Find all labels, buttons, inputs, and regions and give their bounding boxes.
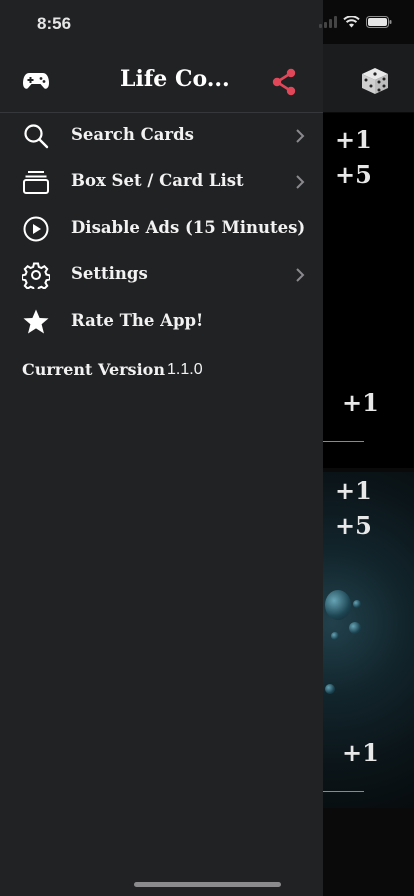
chevron-right-icon xyxy=(296,129,305,143)
gamepad-icon[interactable] xyxy=(22,70,50,92)
status-bar: 8:56 xyxy=(0,0,414,44)
plus5-button-bottom[interactable]: +5 xyxy=(335,511,372,540)
share-icon[interactable] xyxy=(271,68,297,96)
gear-icon xyxy=(22,262,50,289)
plus1-button-top[interactable]: +1 xyxy=(335,125,372,154)
app-title: Life Co... xyxy=(120,66,230,92)
status-time: 8:56 xyxy=(37,14,72,33)
plus1-button-bottom[interactable]: +1 xyxy=(335,476,372,505)
menu-item-label: Search Cards xyxy=(71,125,194,144)
menu-item-label: Rate The App! xyxy=(71,311,204,330)
divider xyxy=(323,441,364,442)
star-icon xyxy=(23,309,49,334)
menu-item-label: Settings xyxy=(71,264,148,283)
play-circle-icon xyxy=(23,216,49,242)
battery-icon xyxy=(366,16,392,28)
menu-item-label: Box Set / Card List xyxy=(71,171,244,190)
home-indicator[interactable] xyxy=(134,882,281,887)
box-set-icon xyxy=(23,171,49,194)
version-value: 1.1.0 xyxy=(167,361,203,378)
signal-icon xyxy=(319,16,337,28)
menu-item-disable-ads[interactable]: Disable Ads (15 Minutes) xyxy=(0,206,323,252)
menu-item-search-cards[interactable]: Search Cards xyxy=(0,113,323,159)
chevron-right-icon xyxy=(296,175,305,189)
version-label: Current Version xyxy=(22,360,165,379)
divider xyxy=(323,791,364,792)
menu-item-settings[interactable]: Settings xyxy=(0,252,323,298)
plus1-button-top-lower[interactable]: +1 xyxy=(342,388,379,417)
side-drawer: Life Co... Search Cards Box Set / Card L… xyxy=(0,0,323,896)
version-row: Current Version 1.1.0 xyxy=(22,360,312,382)
menu-item-label: Disable Ads (15 Minutes) xyxy=(71,218,306,237)
menu-item-box-set[interactable]: Box Set / Card List xyxy=(0,159,323,205)
wifi-icon xyxy=(343,16,360,28)
chevron-right-icon xyxy=(296,268,305,282)
menu-item-rate-app[interactable]: Rate The App! xyxy=(0,299,323,345)
search-icon xyxy=(24,124,49,149)
plus1-button-bottom-lower[interactable]: +1 xyxy=(342,738,379,767)
plus5-button-top[interactable]: +5 xyxy=(335,160,372,189)
status-icons xyxy=(319,16,392,28)
dice-icon[interactable] xyxy=(360,66,390,96)
